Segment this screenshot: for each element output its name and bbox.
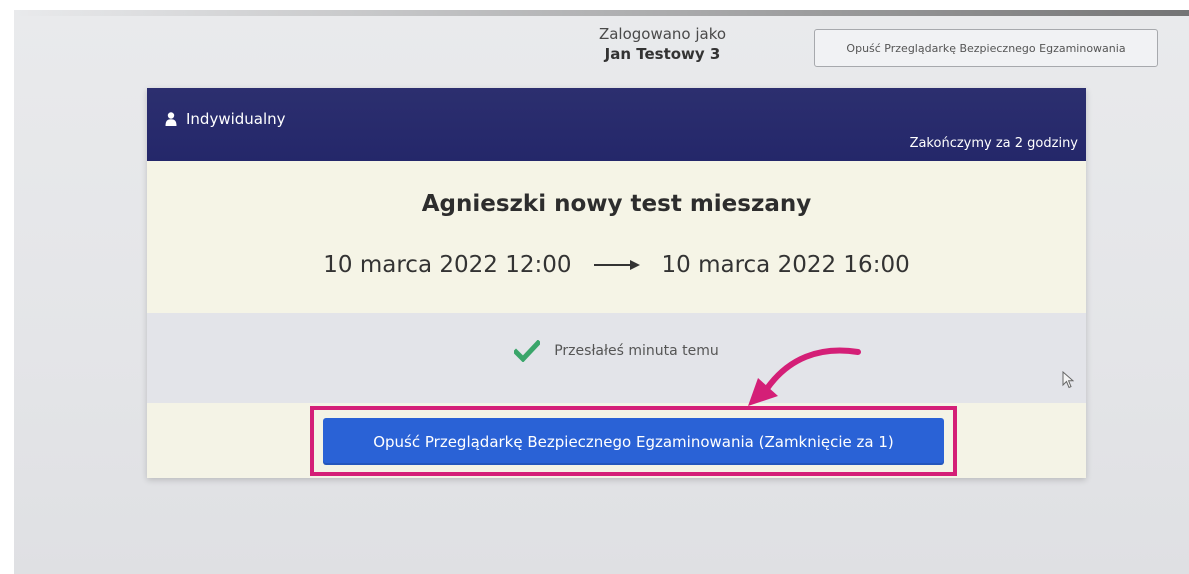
exit-browser-countdown-button[interactable]: Opuść Przeglądarkę Bezpiecznego Egzamino… [323, 418, 944, 465]
photo-frame: Zalogowano jako Jan Testowy 3 Opuść Prze… [0, 0, 1189, 574]
login-caption: Zalogowano jako [598, 25, 727, 43]
submission-status: Przesłałeś minuta temu [147, 313, 1086, 403]
user-name: Jan Testowy 3 [604, 45, 721, 63]
user-icon [165, 112, 177, 126]
end-datetime: 10 marca 2022 16:00 [661, 252, 910, 278]
check-icon [514, 340, 541, 362]
test-info: Agnieszki nowy test mieszany 10 marca 20… [147, 161, 1086, 313]
status-line: Przesłałeś minuta temu [147, 340, 1086, 362]
arrow-right-icon [593, 260, 640, 270]
time-remaining: Zakończymy za 2 godziny [909, 136, 1078, 151]
mouse-cursor-icon [1062, 371, 1074, 389]
mode-label-group: Indywidualny [165, 110, 286, 128]
start-datetime: 10 marca 2022 12:00 [323, 252, 572, 278]
mode-label: Indywidualny [186, 110, 286, 128]
annotation-arrow-icon [748, 347, 861, 406]
date-range: 10 marca 2022 12:00 10 marca 2022 16:00 [147, 252, 1086, 278]
status-text: Przesłałeś minuta temu [554, 343, 719, 359]
card-header: Indywidualny Zakończymy za 2 godziny [147, 88, 1086, 161]
test-title: Agnieszki nowy test mieszany [421, 191, 812, 217]
login-info: Zalogowano jako Jan Testowy 3 [560, 24, 765, 64]
exit-browser-button[interactable]: Opuść Przeglądarkę Bezpiecznego Egzamino… [814, 29, 1158, 67]
